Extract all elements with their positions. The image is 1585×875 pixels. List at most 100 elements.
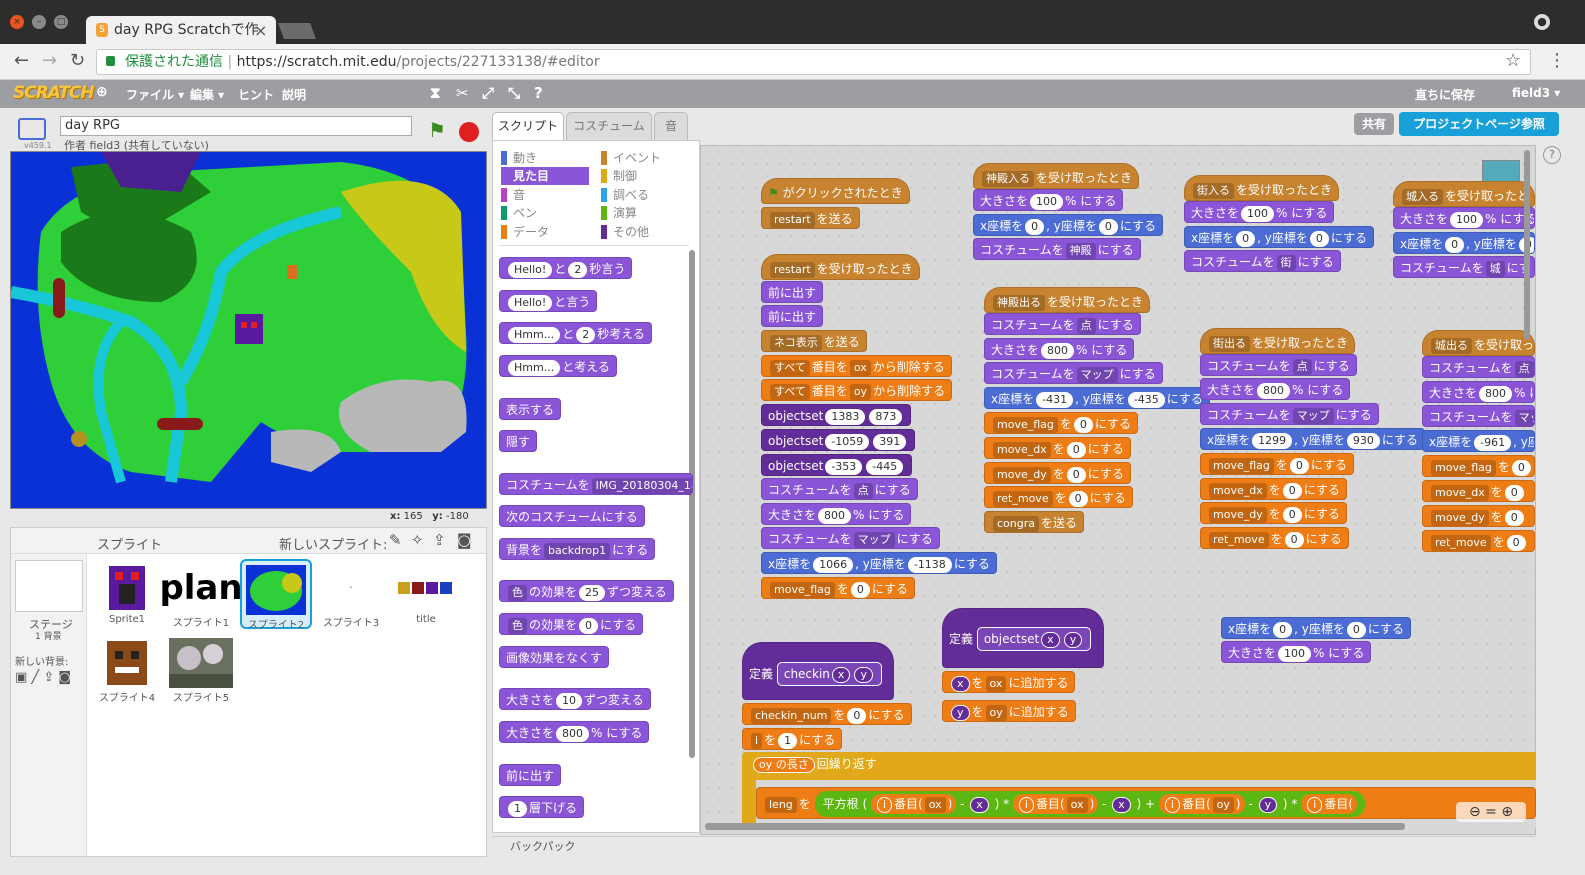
slot[interactable]: 0 <box>1066 467 1086 483</box>
slot[interactable]: 0 <box>1289 458 1309 474</box>
param-reporter[interactable]: y <box>1258 797 1278 813</box>
param-reporter[interactable]: x <box>951 676 970 692</box>
goto-xy-block[interactable]: x座標を0, y座標を0 <box>1393 232 1535 254</box>
project-page-button[interactable]: プロジェクトページ参照 <box>1399 112 1559 136</box>
category-operators[interactable]: 演算 <box>601 204 689 222</box>
project-title-input[interactable]: day RPG <box>60 116 412 136</box>
block-go-back[interactable]: 1 層下げる <box>499 796 585 818</box>
set-leng-block[interactable]: leng を 平方根 ( i 番目(ox) - x ) * i 番目(ox) - x … <box>756 787 1536 819</box>
block-go-front[interactable]: 前に出す <box>499 764 562 786</box>
block-next-costume[interactable]: 次のコスチュームにする <box>499 505 645 527</box>
share-button[interactable]: 共有 <box>1354 113 1394 135</box>
globe-icon[interactable]: ⊕ <box>96 84 108 100</box>
set-size-block[interactable]: 大きさを 100% にする <box>1184 201 1335 223</box>
set-size-block[interactable]: 大きさを 100% にする <box>1393 207 1535 229</box>
slot[interactable]: -1138 <box>907 557 952 573</box>
category-motion[interactable]: 動き <box>501 149 589 167</box>
block-set-size[interactable]: 大きさを 800% にする <box>499 721 650 743</box>
item-of-reporter[interactable]: i 番目(ox) <box>870 794 957 814</box>
var-reporter[interactable]: i <box>876 797 893 813</box>
goto-xy-block[interactable]: x座標を-961, y座 <box>1422 430 1535 452</box>
broadcast-block[interactable]: restart を送る <box>761 207 860 229</box>
switch-costume-block[interactable]: コスチュームをマップ <box>1422 405 1535 427</box>
switch-costume-block[interactable]: コスチュームを マップ にする <box>984 362 1163 384</box>
menu-about[interactable]: 説明 <box>282 86 306 103</box>
slot[interactable]: 100 <box>1278 646 1312 662</box>
switch-costume-block[interactable]: コスチュームを点にする <box>761 478 918 500</box>
dropdown[interactable]: ret_move <box>993 491 1053 507</box>
goto-xy-block[interactable]: x座標を -431, y座標を -435 にする <box>984 387 1210 409</box>
param-reporter[interactable]: y <box>854 667 873 683</box>
browser-menu-icon[interactable]: ⋮ <box>1548 50 1566 71</box>
var-reporter[interactable]: i <box>1018 797 1034 813</box>
dropdown[interactable]: move_dy <box>1209 507 1267 523</box>
slot[interactable]: 100 <box>1030 194 1064 210</box>
dropdown[interactable]: マップ <box>1292 408 1334 424</box>
dropdown[interactable]: ox <box>849 360 871 376</box>
slot[interactable]: 10 <box>556 693 583 709</box>
set-variable-block[interactable]: i を 1 にする <box>742 728 843 750</box>
slot[interactable]: 0 <box>1506 535 1526 551</box>
dropdown[interactable]: 城 <box>1485 261 1505 277</box>
upload-sprite-icon[interactable]: ⇪ <box>433 531 446 549</box>
slot[interactable]: Hmm... <box>508 327 561 343</box>
dropdown[interactable]: move_dx <box>1431 485 1489 501</box>
slot[interactable]: 0 <box>1236 231 1256 247</box>
slot[interactable]: -1059 <box>825 434 870 450</box>
slot[interactable]: -353 <box>825 459 863 475</box>
slot[interactable]: 2 <box>576 327 596 343</box>
item-of-reporter[interactable]: i 番目(oy) <box>1158 794 1245 814</box>
cut-icon[interactable]: ✂ <box>456 84 469 102</box>
category-more[interactable]: その他 <box>601 223 689 241</box>
set-variable-block[interactable]: ret_move を 0 にする <box>984 486 1133 508</box>
slot[interactable]: -431 <box>1036 392 1074 408</box>
slot[interactable]: 2 <box>568 262 588 278</box>
menu-edit[interactable]: 編集 ▾ <box>190 86 224 103</box>
slot[interactable]: 800 <box>818 508 852 524</box>
custom-block-call[interactable]: objectset -353 -445 <box>761 454 913 476</box>
menu-tips[interactable]: ヒント <box>238 86 274 103</box>
receive-hat[interactable]: restart を受け取ったとき <box>761 254 920 280</box>
var-reporter[interactable]: i <box>1164 797 1180 813</box>
goto-xy-block[interactable]: x座標を 1066, y座標を -1138 にする <box>761 552 997 574</box>
slot[interactable]: 1383 <box>825 409 866 425</box>
receive-hat[interactable]: 神殿出る を受け取ったとき <box>984 287 1151 313</box>
save-now-link[interactable]: 直ちに保存 <box>1415 86 1475 103</box>
dropdown[interactable]: 色 <box>508 618 527 634</box>
slot[interactable]: 873 <box>869 409 903 425</box>
scratch-logo[interactable]: SCRATCH <box>13 83 95 103</box>
switch-costume-block[interactable]: コスチュームを城にす <box>1393 256 1535 278</box>
slot[interactable]: 1 <box>508 801 527 817</box>
block-say-secs[interactable]: Hello! と 2 秒言う <box>499 257 633 279</box>
forward-arrow-icon[interactable]: → <box>42 52 57 70</box>
maximize-window-icon[interactable]: □ <box>54 15 68 29</box>
dropdown[interactable]: ret_move <box>1209 532 1269 548</box>
category-looks[interactable]: 見た目 <box>501 167 589 185</box>
param-reporter[interactable]: x <box>970 797 989 813</box>
switch-costume-block[interactable]: コスチュームを マップ にする <box>761 527 940 549</box>
sprite-tile[interactable]: スプライト5 <box>165 634 237 704</box>
dropdown[interactable]: 神殿 <box>1065 243 1096 259</box>
var-reporter[interactable]: i <box>1307 797 1323 813</box>
dropdown[interactable]: oy <box>1212 797 1234 813</box>
menu-file[interactable]: ファイル ▾ <box>126 86 184 103</box>
repeat-block-header[interactable]: oy の長さ 回繰り返す <box>745 753 883 775</box>
block-clear-effects[interactable]: 画像効果をなくす <box>499 646 610 668</box>
grow-icon[interactable]: ⤢ <box>482 84 494 102</box>
set-variable-block[interactable]: move_dx を 0 にする <box>1200 478 1347 500</box>
stop-sign-icon[interactable] <box>459 122 479 142</box>
tab-costumes[interactable]: コスチューム <box>566 112 652 140</box>
goto-xy-block[interactable]: x座標を 0, y座標を 0 にする <box>1221 617 1411 639</box>
dropdown[interactable]: i <box>751 733 763 749</box>
bookmark-star-icon[interactable]: ☆ <box>1505 50 1521 71</box>
delete-of-list-block[interactable]: すべて 番目を ox から削除する <box>761 355 952 377</box>
dropdown[interactable]: 点 <box>1292 359 1312 375</box>
param-reporter[interactable]: y <box>1063 632 1083 648</box>
duplicate-stamp-icon[interactable]: ⧗ <box>430 84 441 102</box>
new-tab-button[interactable] <box>278 23 316 39</box>
dropdown[interactable]: move_flag <box>993 417 1058 433</box>
slot[interactable]: 100 <box>1241 206 1275 222</box>
backpack-bar[interactable]: バックパック <box>492 836 1536 856</box>
script-area-h-scrollbar[interactable] <box>705 823 1405 830</box>
sprite-tile[interactable]: スプライト4 <box>91 634 163 704</box>
